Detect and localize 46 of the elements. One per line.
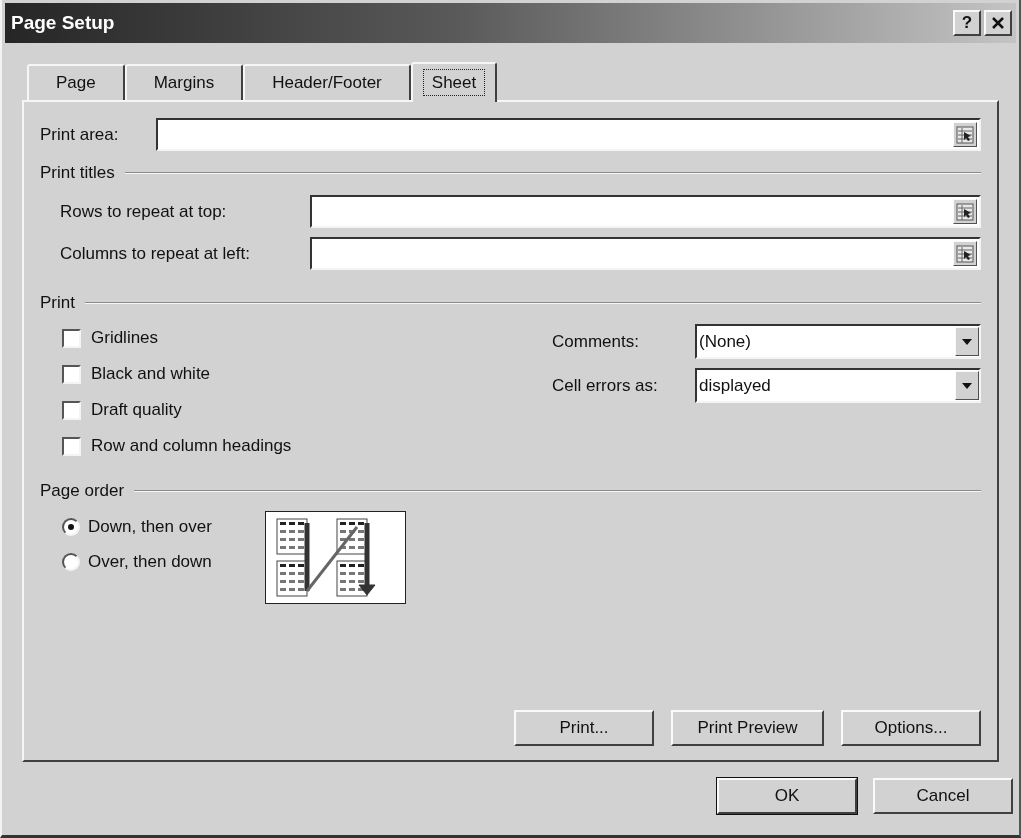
- close-icon: [991, 16, 1005, 30]
- dialog-button[interactable]: Print Preview: [671, 710, 824, 746]
- dialog-button[interactable]: Options...: [841, 710, 981, 746]
- tab[interactable]: Margins: [124, 64, 244, 100]
- group-heading: Print: [40, 293, 75, 313]
- checkbox[interactable]: [62, 328, 81, 348]
- input-field[interactable]: [310, 237, 981, 270]
- radio-label: Over, then down: [88, 551, 212, 572]
- dropdown-label: Cell errors as:: [552, 375, 659, 396]
- checkbox-label: Row and column headings: [91, 436, 292, 456]
- tab[interactable]: Page: [27, 64, 125, 100]
- range-select-button[interactable]: [953, 241, 977, 266]
- input-field[interactable]: [310, 195, 981, 228]
- radio-label: Down, then over: [88, 516, 212, 537]
- checkbox[interactable]: [62, 364, 81, 384]
- dialog-button[interactable]: Print...: [514, 710, 654, 746]
- range-select-button[interactable]: [953, 199, 977, 224]
- checkbox-label: Gridlines: [91, 328, 159, 348]
- dropdown-arrow-icon: [962, 338, 972, 345]
- dropdown-arrow-icon: [962, 382, 972, 389]
- default-button[interactable]: OK: [717, 778, 857, 814]
- dropdown[interactable]: displayed: [695, 368, 981, 403]
- field-label: Rows to repeat at top:: [60, 201, 228, 222]
- group-heading: Page order: [40, 481, 125, 501]
- grid-arrow-icon: [956, 202, 974, 221]
- close-button[interactable]: [984, 10, 1012, 36]
- input-field[interactable]: [156, 118, 981, 151]
- checkbox[interactable]: [62, 400, 81, 420]
- radio-button[interactable]: [62, 517, 80, 536]
- tab[interactable]: Header/Footer: [243, 64, 411, 100]
- field-label: Print area:: [40, 124, 120, 145]
- help-button[interactable]: ?: [953, 10, 981, 36]
- tab[interactable]: Sheet: [410, 62, 498, 102]
- checkbox-label: Draft quality: [91, 400, 182, 420]
- field-label: Columns to repeat at left:: [60, 243, 251, 264]
- radio-button[interactable]: [62, 552, 80, 571]
- group-heading: Print titles: [40, 163, 115, 183]
- dialog-button[interactable]: Cancel: [873, 778, 1013, 814]
- checkbox[interactable]: [62, 436, 81, 456]
- range-select-button[interactable]: [953, 122, 977, 147]
- dropdown[interactable]: (None): [695, 324, 981, 359]
- grid-arrow-icon: [956, 125, 974, 144]
- grid-arrow-icon: [956, 244, 974, 263]
- window-title: Page Setup: [11, 12, 116, 34]
- dropdown-label: Comments:: [552, 331, 640, 352]
- checkbox-label: Black and white: [91, 364, 211, 384]
